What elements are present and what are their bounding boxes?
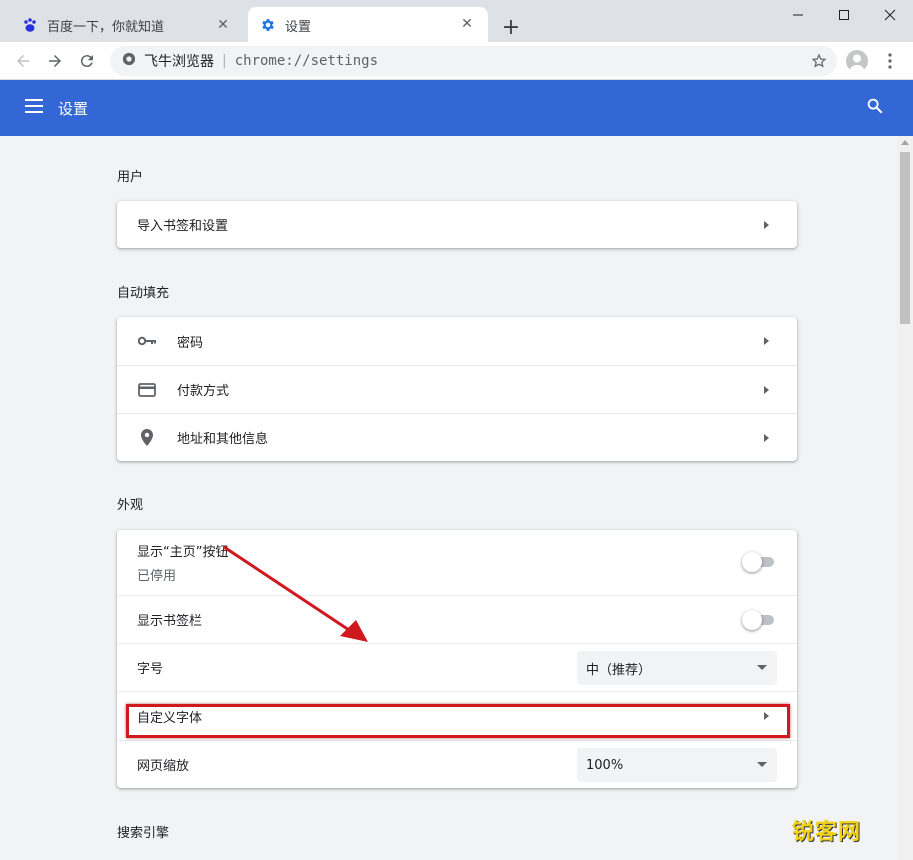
omnibox-divider: | bbox=[222, 53, 227, 69]
chevron-right-icon bbox=[764, 337, 769, 345]
location-pin-icon bbox=[137, 428, 157, 448]
tab-settings[interactable]: 设置 ✕ bbox=[248, 7, 488, 43]
star-icon[interactable] bbox=[809, 51, 829, 71]
toggle-knob bbox=[742, 552, 762, 572]
select-value: 中（推荐） bbox=[586, 662, 652, 678]
maximize-button[interactable] bbox=[821, 0, 867, 30]
row-label: 付款方式 bbox=[177, 384, 230, 399]
baidu-paw-icon bbox=[22, 17, 38, 33]
row-addresses[interactable]: 地址和其他信息 bbox=[117, 413, 797, 461]
search-icon[interactable] bbox=[866, 97, 888, 119]
forward-button[interactable] bbox=[41, 47, 69, 75]
row-payment-methods[interactable]: 付款方式 bbox=[117, 365, 797, 413]
row-label: 密码 bbox=[177, 335, 204, 351]
settings-header: 设置 bbox=[0, 80, 913, 136]
settings-content: 用户 导入书签和设置 自动填充 密码 付款方式 地址和其他信息 外观 显示“主页… bbox=[0, 136, 897, 860]
row-import-bookmarks[interactable]: 导入书签和设置 bbox=[117, 201, 797, 248]
tab-baidu[interactable]: 百度一下，你就知道 ✕ bbox=[0, 8, 244, 42]
watermark-brand: 锐客网 bbox=[792, 820, 862, 845]
chevron-right-icon bbox=[764, 385, 769, 394]
row-label: 显示书签栏 bbox=[137, 614, 203, 629]
row-passwords[interactable]: 密码 bbox=[117, 317, 797, 365]
close-icon[interactable]: ✕ bbox=[458, 15, 476, 33]
url-text[interactable]: chrome://settings bbox=[235, 53, 378, 69]
row-label: 地址和其他信息 bbox=[177, 432, 269, 447]
close-icon[interactable]: ✕ bbox=[214, 16, 232, 34]
row-show-bookmarks-bar[interactable]: 显示书签栏 bbox=[117, 595, 797, 643]
row-show-home-button[interactable]: 显示“主页”按钮 已停用 bbox=[117, 530, 797, 595]
chevron-down-icon bbox=[757, 665, 767, 670]
annotation-highlight-box bbox=[126, 704, 790, 738]
page-title: 设置 bbox=[58, 100, 89, 118]
card-user: 导入书签和设置 bbox=[117, 201, 797, 248]
profile-avatar[interactable] bbox=[846, 50, 868, 72]
watermark-logo: 锐客网 bbox=[780, 800, 910, 858]
credit-card-icon bbox=[137, 380, 157, 400]
card-autofill: 密码 付款方式 地址和其他信息 bbox=[117, 317, 797, 461]
bookmarks-bar-toggle[interactable] bbox=[742, 610, 774, 630]
font-size-select[interactable]: 中（推荐） bbox=[577, 651, 777, 685]
select-value: 100% bbox=[586, 757, 624, 773]
address-bar[interactable]: 飞牛浏览器 | chrome://settings bbox=[110, 46, 837, 76]
reload-button[interactable] bbox=[73, 47, 101, 75]
section-title-appearance: 外观 bbox=[117, 498, 144, 513]
page-zoom-select[interactable]: 100% bbox=[577, 748, 777, 782]
section-title-user: 用户 bbox=[117, 170, 144, 185]
tab-strip: 百度一下，你就知道 ✕ 设置 ✕ + bbox=[0, 0, 913, 43]
more-menu-icon[interactable] bbox=[880, 50, 900, 72]
scroll-up-arrow[interactable] bbox=[901, 140, 909, 145]
row-font-size: 字号 中（推荐） bbox=[117, 643, 797, 691]
close-window-button[interactable] bbox=[867, 0, 913, 30]
site-label: 飞牛浏览器 bbox=[144, 54, 214, 70]
hamburger-menu-icon[interactable] bbox=[25, 98, 45, 118]
back-button[interactable] bbox=[9, 47, 37, 75]
toggle-knob bbox=[742, 610, 762, 630]
new-tab-button[interactable]: + bbox=[498, 14, 524, 40]
row-label: 显示“主页”按钮 bbox=[137, 545, 229, 560]
chrome-logo-icon bbox=[122, 52, 136, 70]
chevron-right-icon bbox=[764, 220, 769, 229]
key-icon bbox=[137, 331, 157, 351]
row-label-group: 显示“主页”按钮 已停用 bbox=[137, 541, 777, 584]
scroll-thumb[interactable] bbox=[900, 152, 910, 324]
card-appearance: 显示“主页”按钮 已停用 显示书签栏 字号 中（推荐） 自定义字体 网页缩放 1… bbox=[117, 530, 797, 788]
gear-icon bbox=[260, 17, 276, 33]
row-label: 导入书签和设置 bbox=[137, 219, 229, 234]
row-sublabel: 已停用 bbox=[137, 569, 177, 584]
minimize-button[interactable] bbox=[775, 0, 821, 30]
browser-toolbar: 飞牛浏览器 | chrome://settings bbox=[0, 42, 913, 80]
scrollbar[interactable] bbox=[897, 136, 913, 860]
section-title-autofill: 自动填充 bbox=[117, 286, 170, 301]
section-title-search-engine: 搜索引擎 bbox=[117, 826, 170, 841]
home-button-toggle[interactable] bbox=[742, 552, 774, 572]
chevron-right-icon bbox=[764, 433, 769, 442]
row-page-zoom: 网页缩放 100% bbox=[117, 740, 797, 788]
chevron-down-icon bbox=[757, 762, 767, 767]
